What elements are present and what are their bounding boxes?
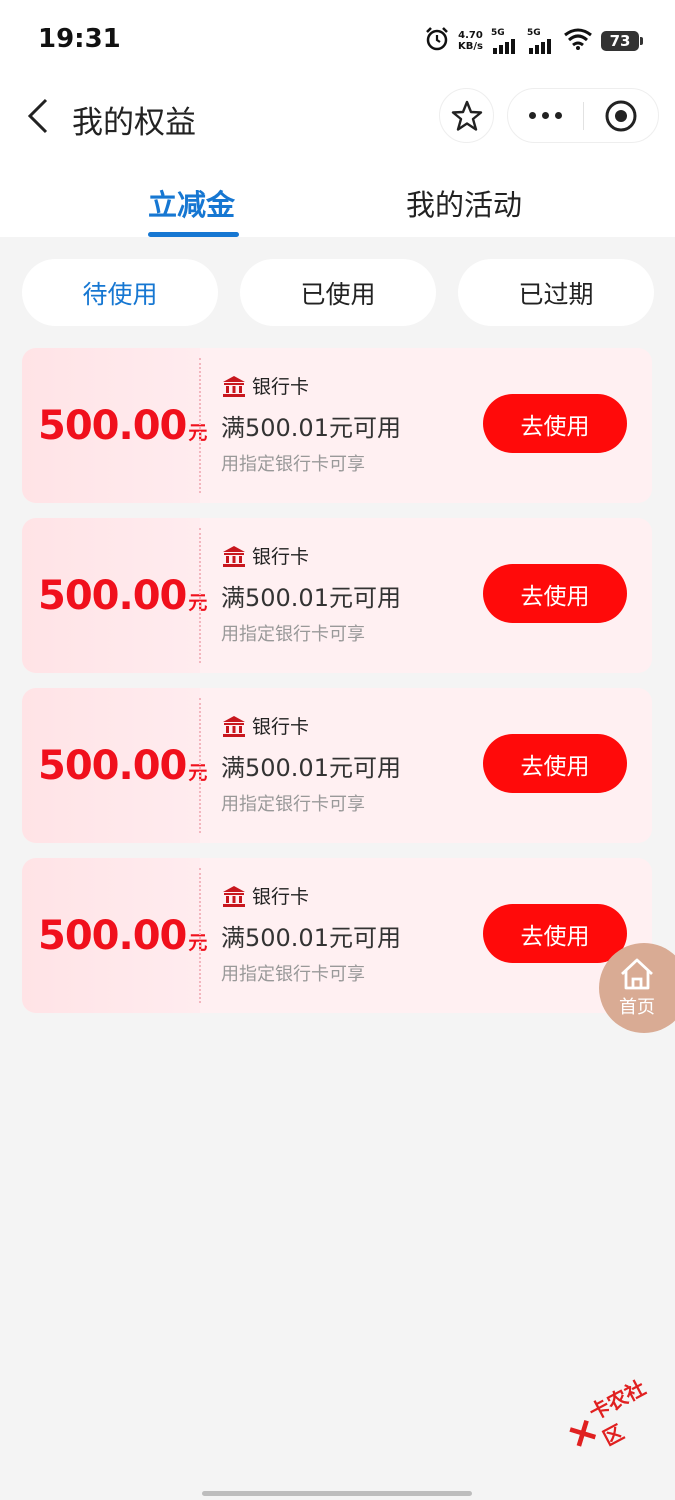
- coupon-condition: 满500.01元可用: [221, 414, 401, 442]
- coupon-divider: [199, 868, 201, 1003]
- battery-icon: 73: [601, 31, 643, 51]
- tab-bar: 立减金 我的活动: [0, 160, 675, 237]
- bank-icon: [223, 375, 245, 397]
- filter-unused[interactable]: 待使用: [22, 259, 218, 326]
- coupon-divider: [199, 528, 201, 663]
- coupon-note: 用指定银行卡可享: [221, 454, 365, 475]
- coupon-card: 500.00 元 银行卡 满500.01元可用 用指定银行卡可享 去使用: [22, 518, 652, 673]
- coupon-type-label: 银行卡: [252, 376, 310, 398]
- coupon-amount: 500.00 元: [38, 573, 207, 619]
- coupon-note: 用指定银行卡可享: [221, 794, 365, 815]
- home-indicator[interactable]: [202, 1491, 472, 1496]
- nav-bar: 我的权益: [0, 80, 675, 160]
- coupon-divider: [199, 698, 201, 833]
- coupon-amount-value: 500.00: [38, 573, 187, 619]
- coupon-amount: 500.00 元: [38, 743, 207, 789]
- watermark: 卡农社区: [558, 1365, 675, 1465]
- more-button[interactable]: [508, 88, 583, 143]
- signal-label: 5G: [527, 28, 541, 38]
- coupon-type: 银行卡: [222, 712, 309, 739]
- close-button[interactable]: [584, 88, 658, 143]
- coupon-type: 银行卡: [222, 542, 309, 569]
- net-speed-value: 4.70: [458, 30, 483, 41]
- coupon-amount-unit: 元: [188, 762, 208, 784]
- coupon-type: 银行卡: [222, 882, 309, 909]
- coupon-amount-value: 500.00: [38, 403, 187, 449]
- coupon-condition: 满500.01元可用: [221, 924, 401, 952]
- coupon-note: 用指定银行卡可享: [221, 624, 365, 645]
- home-icon: [621, 958, 653, 990]
- coupon-note: 用指定银行卡可享: [221, 964, 365, 985]
- back-button[interactable]: [20, 96, 56, 136]
- coupon-amount-value: 500.00: [38, 913, 187, 959]
- use-coupon-button[interactable]: 去使用: [483, 564, 627, 623]
- coupon-type-label: 银行卡: [252, 716, 310, 738]
- coupon-amount: 500.00 元: [38, 403, 207, 449]
- bank-icon: [223, 885, 245, 907]
- bank-icon: [223, 545, 245, 567]
- cell-signal-icon: 5G: [491, 28, 519, 54]
- wifi-icon: [563, 27, 593, 55]
- home-float-label: 首页: [619, 997, 655, 1018]
- coupon-amount-value: 500.00: [38, 743, 187, 789]
- use-coupon-button[interactable]: 去使用: [483, 394, 627, 453]
- more-dots-icon: [529, 112, 536, 119]
- coupon-condition: 满500.01元可用: [221, 584, 401, 612]
- coupon-amount: 500.00 元: [38, 913, 207, 959]
- favorite-button[interactable]: [439, 88, 494, 143]
- status-time: 19:31: [38, 24, 121, 54]
- coupon-type-label: 银行卡: [252, 546, 310, 568]
- coupon-amount-unit: 元: [188, 422, 208, 444]
- net-speed: 4.70 KB/s: [458, 30, 483, 52]
- net-speed-unit: KB/s: [458, 41, 483, 52]
- star-icon: [451, 100, 482, 131]
- tab-discount[interactable]: 立减金: [148, 182, 235, 224]
- coupon-amount-unit: 元: [188, 932, 208, 954]
- tab-underline: [148, 232, 239, 237]
- tab-my-activities[interactable]: 我的活动: [406, 182, 522, 224]
- home-float-button[interactable]: 首页: [599, 943, 675, 1033]
- coupon-type-label: 银行卡: [252, 886, 310, 908]
- bank-icon: [223, 715, 245, 737]
- status-icons: 4.70 KB/s 5G 5G 73: [424, 24, 643, 58]
- mini-program-capsule: [507, 88, 659, 143]
- coupon-card: 500.00 元 银行卡 满500.01元可用 用指定银行卡可享 去使用: [22, 858, 652, 1013]
- chevron-left-icon: [27, 98, 48, 134]
- coupon-amount-unit: 元: [188, 592, 208, 614]
- alarm-icon: [424, 26, 450, 56]
- use-coupon-button[interactable]: 去使用: [483, 734, 627, 793]
- target-close-icon: [605, 100, 637, 131]
- coupon-card: 500.00 元 银行卡 满500.01元可用 用指定银行卡可享 去使用: [22, 348, 652, 503]
- filter-row: 待使用 已使用 已过期: [22, 259, 654, 326]
- cell-signal-icon: 5G: [527, 28, 555, 54]
- status-bar: 19:31 4.70 KB/s 5G 5G 73: [0, 0, 675, 80]
- filter-used[interactable]: 已使用: [240, 259, 436, 326]
- use-coupon-button[interactable]: 去使用: [483, 904, 627, 963]
- coupon-type: 银行卡: [222, 372, 309, 399]
- page-title: 我的权益: [72, 105, 196, 141]
- coupon-divider: [199, 358, 201, 493]
- coupon-card: 500.00 元 银行卡 满500.01元可用 用指定银行卡可享 去使用: [22, 688, 652, 843]
- signal-label: 5G: [491, 28, 505, 38]
- coupon-condition: 满500.01元可用: [221, 754, 401, 782]
- filter-expired[interactable]: 已过期: [458, 259, 654, 326]
